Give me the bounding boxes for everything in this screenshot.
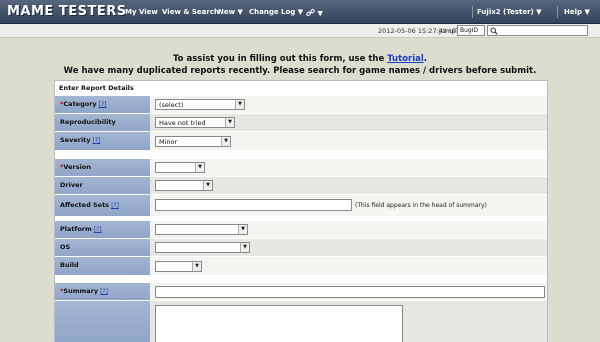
version-label-text: Version	[63, 163, 91, 171]
affected-sets-label: Affected Sets [?]	[55, 195, 150, 217]
severity-help-link[interactable]: [?]	[93, 137, 101, 144]
chevron-down-icon: ▼	[235, 100, 244, 109]
driver-select[interactable]: ▼	[155, 180, 213, 191]
platform-label-text: Platform	[60, 225, 92, 233]
search-icon	[490, 27, 498, 37]
summary-help-link[interactable]: [?]	[100, 288, 108, 295]
sub-toolbar: 2012-05-06 15:27:49 UTC Jump BugID	[0, 24, 600, 38]
category-row: *Category [?] (select) ▼	[55, 96, 547, 114]
description-textarea[interactable]	[155, 305, 403, 342]
os-row: OS ▼	[55, 239, 547, 257]
nav-my-view[interactable]: My View	[125, 8, 158, 16]
chevron-down-icon: ▼	[195, 163, 204, 172]
driver-label: Driver	[55, 177, 150, 195]
category-select[interactable]: (select) ▼	[155, 99, 245, 110]
os-field: ▼	[150, 239, 547, 257]
driver-row: Driver ▼	[55, 177, 547, 195]
nav-changelog-menu[interactable]: Change Log ▼	[249, 8, 303, 16]
report-form: Enter Report Details *Category [?] (selec…	[54, 80, 548, 342]
version-row: *Version ▼	[55, 159, 547, 177]
version-label: *Version	[55, 159, 150, 177]
platform-select[interactable]: ▼	[155, 224, 248, 235]
platform-label: Platform [?]	[55, 221, 150, 239]
summary-label: *Summary [?]	[55, 283, 150, 301]
jump-label: Jump	[439, 27, 456, 35]
affected-sets-note: (This field appears in the head of summa…	[355, 202, 487, 209]
site-logo[interactable]: MAME TESTERS	[7, 4, 127, 19]
chevron-down-icon: ▼	[221, 137, 230, 146]
category-field: (select) ▼	[150, 96, 547, 114]
os-select[interactable]: ▼	[155, 242, 250, 253]
instruction-line-1: To assist you in filling out this form, …	[0, 54, 600, 64]
severity-select[interactable]: Minor ▼	[155, 136, 231, 147]
nav-divider	[472, 6, 473, 18]
description-label	[55, 301, 150, 342]
top-navbar: MAME TESTERS My View View & Search New ▼…	[0, 0, 600, 24]
form-header: Enter Report Details	[55, 81, 547, 94]
nav-help-menu[interactable]: Help ▼	[564, 8, 590, 16]
description-field	[150, 301, 547, 342]
affected-sets-label-text: Affected Sets	[60, 201, 110, 209]
summary-field	[150, 283, 547, 301]
tutorial-link[interactable]: Tutorial	[387, 54, 424, 64]
severity-row: Severity [?] Minor ▼	[55, 132, 547, 151]
chevron-down-icon: ▼	[192, 262, 201, 271]
chevron-down-icon: ▼	[203, 181, 212, 190]
reproducibility-select[interactable]: Have not tried ▼	[155, 117, 235, 128]
instruction-text-suffix: .	[423, 54, 427, 64]
summary-label-text: Summary	[63, 287, 99, 295]
instruction-line-2: We have many duplicated reports recently…	[63, 66, 537, 76]
severity-label-text: Severity	[60, 136, 91, 144]
description-row	[55, 301, 547, 342]
platform-row: Platform [?] ▼	[55, 221, 547, 239]
reproducibility-row: Reproducibility Have not tried ▼	[55, 114, 547, 132]
nav-link-menu[interactable]: ▼	[306, 8, 323, 19]
chevron-down-icon: ▼	[240, 243, 249, 252]
nav-new-menu[interactable]: New ▼	[218, 8, 243, 16]
version-select[interactable]: ▼	[155, 162, 205, 173]
build-label: Build	[55, 257, 150, 276]
search-input[interactable]	[487, 25, 588, 36]
jump-bugid-input[interactable]: BugID	[457, 25, 485, 36]
category-label: *Category [?]	[55, 96, 150, 114]
reproducibility-field: Have not tried ▼	[150, 114, 547, 132]
version-field: ▼	[150, 159, 547, 177]
os-label: OS	[55, 239, 150, 257]
build-row: Build ▼	[55, 257, 547, 276]
link-icon	[306, 8, 315, 19]
nav-user-menu[interactable]: Fujix2 (Tester) ▼	[477, 8, 542, 16]
category-label-text: Category	[63, 100, 97, 108]
affected-sets-help-link[interactable]: [?]	[111, 202, 119, 209]
affected-sets-row: Affected Sets [?] (This field appears in …	[55, 195, 547, 217]
build-select[interactable]: ▼	[155, 261, 202, 272]
chevron-down-icon: ▼	[225, 118, 234, 127]
reproducibility-select-value: Have not tried	[159, 119, 206, 127]
platform-help-link[interactable]: [?]	[94, 226, 102, 233]
summary-row: *Summary [?]	[55, 283, 547, 301]
form-spacer	[55, 151, 547, 159]
category-help-link[interactable]: [?]	[99, 101, 107, 108]
reproducibility-label: Reproducibility	[55, 114, 150, 132]
driver-field: ▼	[150, 177, 547, 195]
platform-field: ▼	[150, 221, 547, 239]
severity-select-value: Minor	[159, 138, 178, 146]
summary-input[interactable]	[155, 286, 545, 298]
category-select-value: (select)	[159, 101, 184, 109]
nav-divider	[557, 6, 558, 18]
chevron-down-icon: ▼	[238, 225, 247, 234]
link-menu-arrow: ▼	[317, 9, 323, 18]
affected-sets-field: (This field appears in the head of summa…	[150, 195, 547, 217]
build-field: ▼	[150, 257, 547, 276]
severity-label: Severity [?]	[55, 132, 150, 151]
nav-view-search[interactable]: View & Search	[162, 8, 219, 16]
instruction-text: To assist you in filling out this form, …	[173, 54, 388, 64]
severity-field: Minor ▼	[150, 132, 547, 151]
affected-sets-input[interactable]	[155, 199, 352, 211]
